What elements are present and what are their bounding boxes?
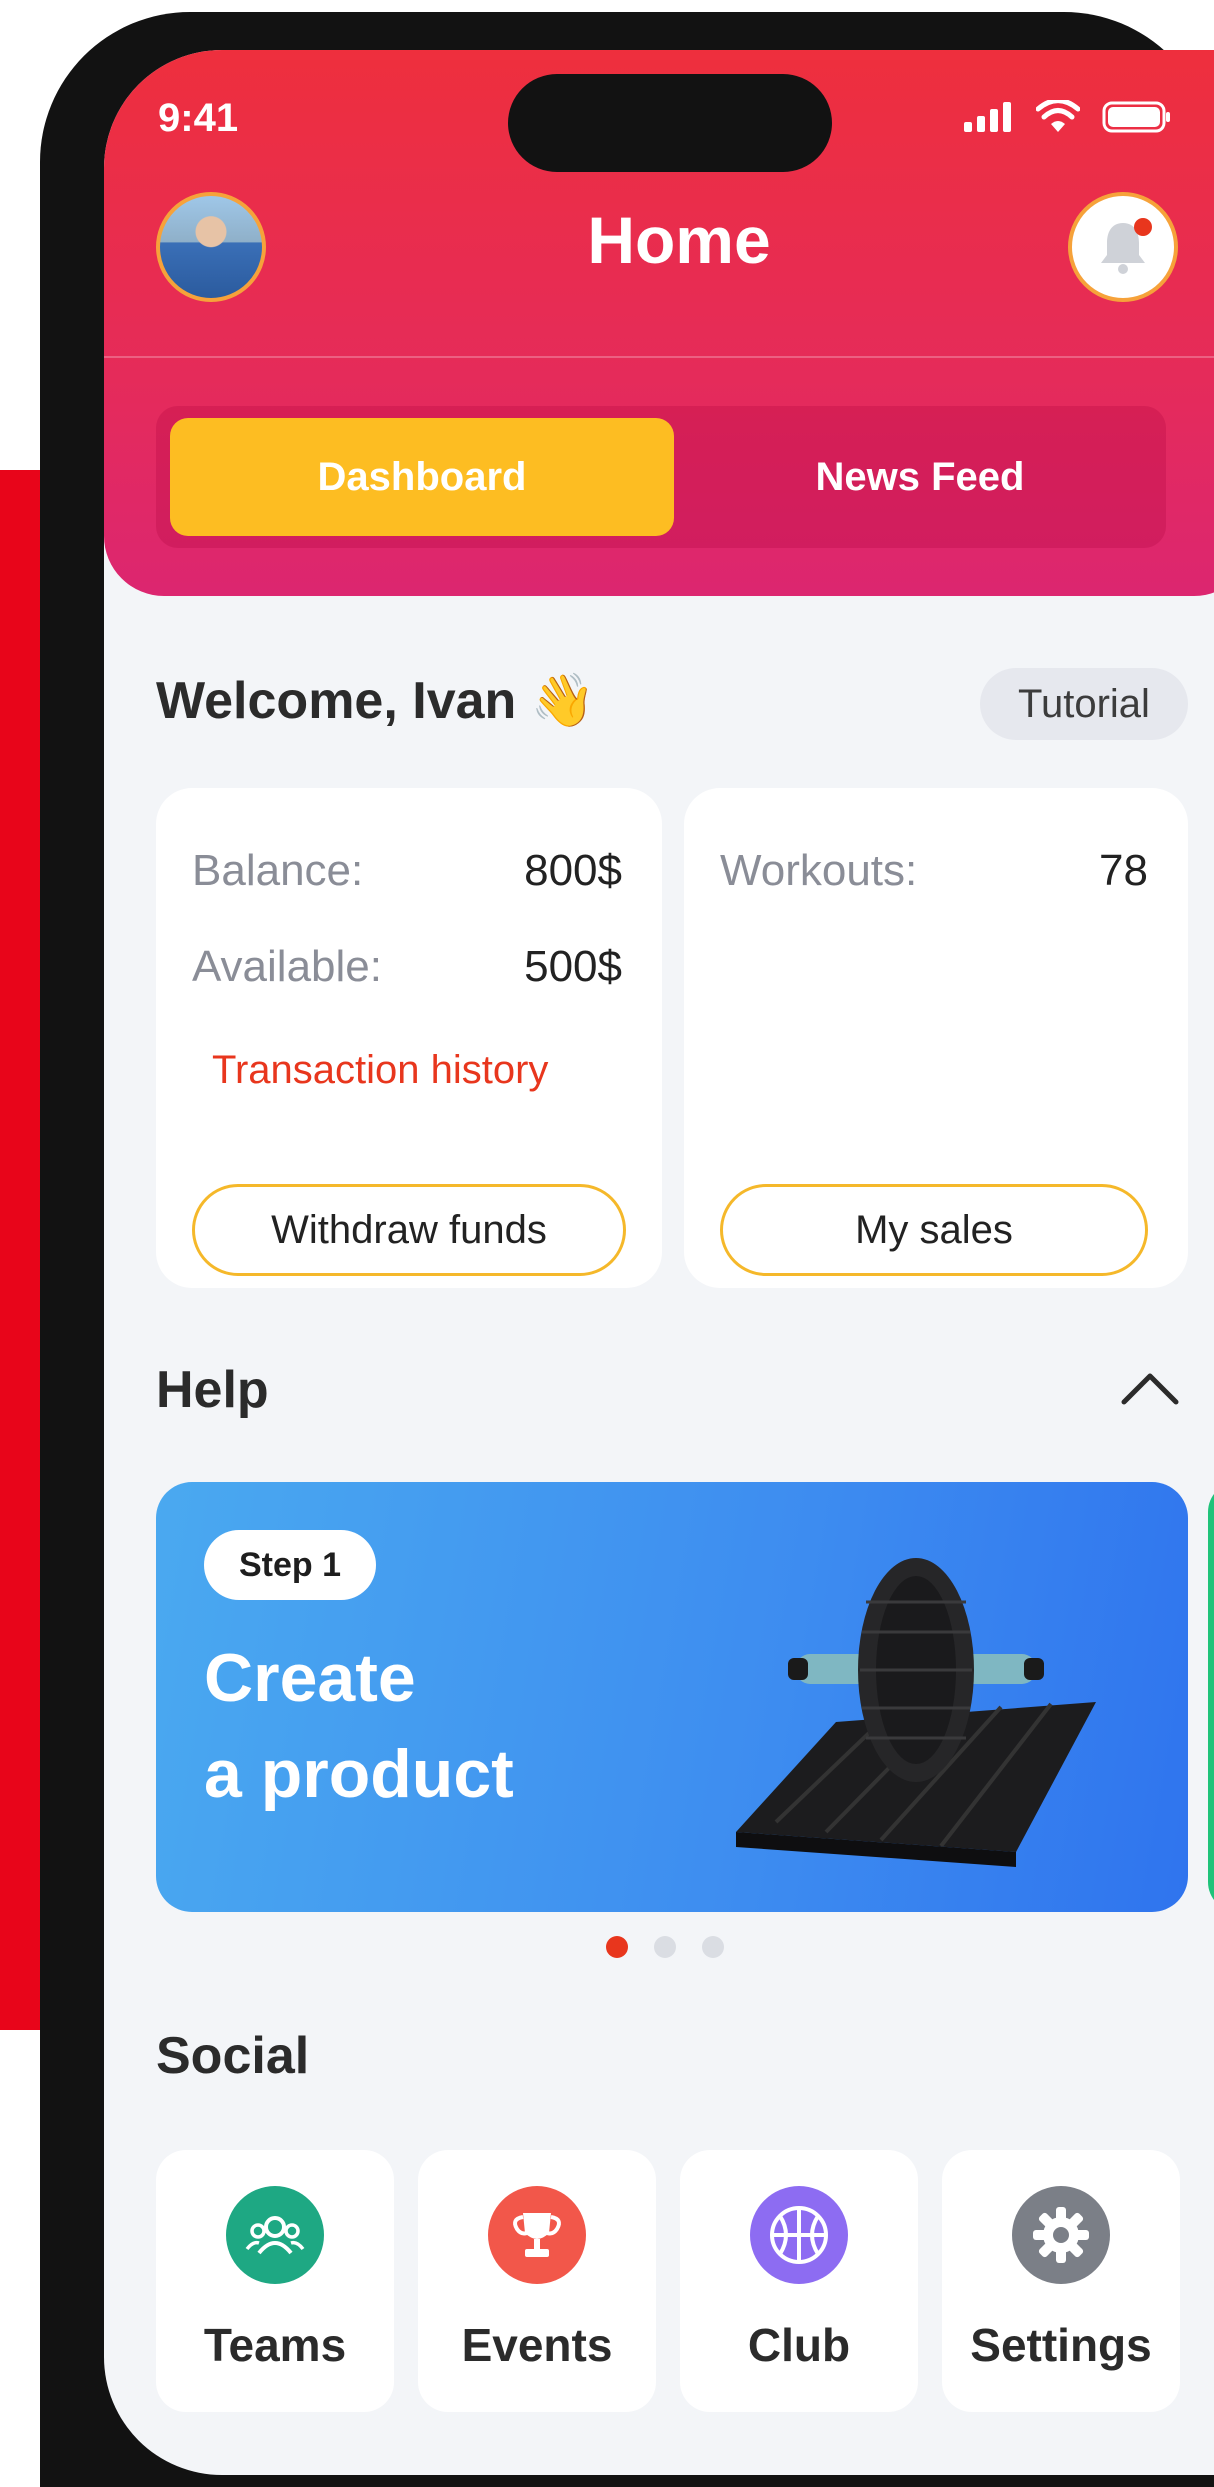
tab-dashboard[interactable]: Dashboard (170, 418, 674, 536)
phone-frame: 9:41 Home Dashboard News Feed Welcome, I… (40, 12, 1214, 2487)
welcome-heading: Welcome, Ivan 👋 (156, 670, 596, 731)
notification-badge (1134, 218, 1152, 236)
carousel-dots (606, 1936, 724, 1958)
balance-label: Balance: (192, 846, 364, 895)
wifi-icon (1036, 100, 1080, 132)
header: 9:41 Home Dashboard News Feed (104, 50, 1214, 596)
status-icons (964, 100, 1172, 134)
signal-icon (964, 102, 1011, 132)
app-screen: 9:41 Home Dashboard News Feed Welcome, I… (104, 50, 1214, 2475)
available-value: 500$ (524, 942, 622, 991)
carousel-dot-3[interactable] (702, 1936, 724, 1958)
help-banner-step-1[interactable]: Step 1 Create a product (156, 1482, 1188, 1912)
withdraw-funds-button[interactable]: Withdraw funds (192, 1184, 626, 1276)
ab-roller-illustration (736, 1558, 1096, 1867)
help-title: Help (156, 1361, 269, 1419)
banner-title-line-2: a product (204, 1736, 514, 1812)
next-help-banner-peek[interactable] (1208, 1482, 1214, 1912)
page-title: Home (587, 203, 771, 277)
welcome-text: Welcome, Ivan (156, 672, 517, 730)
teams-tile[interactable]: Teams (156, 2150, 394, 2412)
social-title: Social (156, 2027, 310, 2085)
my-sales-button[interactable]: My sales (720, 1184, 1148, 1276)
workouts-value: 78 (1099, 846, 1148, 895)
teams-label: Teams (203, 2319, 347, 2371)
club-tile[interactable]: Club (680, 2150, 918, 2412)
events-tile[interactable]: Events (418, 2150, 656, 2412)
banner-title: Create a product (204, 1630, 514, 1822)
workouts-label: Workouts: (720, 846, 918, 895)
banner-title-line-1: Create (204, 1640, 416, 1716)
battery-icon (1102, 101, 1170, 133)
events-label: Events (461, 2319, 613, 2371)
settings-label: Settings (970, 2319, 1152, 2371)
gear-icon (1012, 2186, 1110, 2284)
settings-tile[interactable]: Settings (942, 2150, 1180, 2412)
basketball-icon (750, 2186, 848, 2284)
tab-switcher: Dashboard News Feed (156, 406, 1166, 548)
workouts-card: Workouts: 78 My sales (684, 788, 1188, 1288)
dynamic-island (508, 74, 832, 172)
trophy-icon (488, 2186, 586, 2284)
transaction-history-link[interactable]: Transaction history (212, 1048, 548, 1093)
carousel-dot-1[interactable] (606, 1936, 628, 1958)
available-label: Available: (192, 942, 382, 991)
balance-value: 800$ (524, 846, 622, 895)
step-badge: Step 1 (204, 1530, 376, 1600)
status-time: 9:41 (158, 96, 239, 140)
waving-hand-icon: 👋 (530, 672, 596, 730)
notifications-button[interactable] (1068, 192, 1178, 302)
carousel-dot-2[interactable] (654, 1936, 676, 1958)
tab-news-feed[interactable]: News Feed (682, 418, 1158, 536)
chevron-up-icon[interactable] (1120, 1368, 1180, 1408)
tutorial-button[interactable]: Tutorial (980, 668, 1188, 740)
club-label: Club (747, 2319, 851, 2371)
balance-card: Balance: 800$ Available: 500$ Transactio… (156, 788, 662, 1288)
header-divider (104, 356, 1214, 358)
people-icon (226, 2186, 324, 2284)
